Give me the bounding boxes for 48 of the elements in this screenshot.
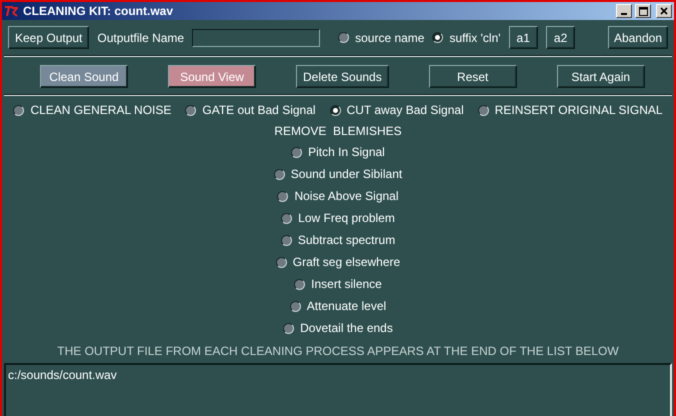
radio-icon[interactable] — [338, 32, 350, 43]
abandon-button[interactable]: Abandon — [608, 26, 668, 49]
radio-icon[interactable] — [294, 278, 306, 290]
outputfile-label: Outputfile Name — [97, 30, 184, 44]
keep-output-button[interactable]: Keep Output — [8, 26, 90, 49]
option-label: Insert silence — [311, 277, 382, 291]
option-label: Dovetail the ends — [300, 321, 393, 335]
radio-icon[interactable] — [185, 104, 196, 116]
output-note: THE OUTPUT FILE FROM EACH CLEANING PROCESS APPEARS AT THE END OF THE LIST BELOW — [57, 344, 619, 358]
outputfile-field[interactable] — [192, 28, 320, 46]
action-button[interactable]: Clean Sound — [40, 65, 128, 88]
radio-icon[interactable] — [478, 104, 489, 116]
radio-option[interactable]: Pitch In Signal — [291, 145, 385, 159]
preset-button[interactable]: a1 — [508, 26, 538, 49]
list-item[interactable]: c:/sounds/count.wav — [8, 368, 668, 382]
radio-icon[interactable] — [280, 234, 292, 246]
radio-icon[interactable] — [274, 168, 285, 180]
action-button[interactable]: Reset — [428, 65, 517, 88]
maximize-button[interactable] — [635, 4, 651, 18]
app-icon — [4, 5, 20, 17]
radio-icon[interactable] — [276, 256, 287, 268]
radio-icon[interactable] — [290, 300, 301, 312]
section-heading: REMOVE BLEMISHES — [274, 124, 402, 138]
radio-icon[interactable] — [432, 32, 444, 43]
option-label: source name — [355, 30, 424, 44]
radio-option[interactable]: Attenuate level — [290, 299, 386, 313]
option-label: Attenuate level — [306, 299, 386, 313]
radio-icon[interactable] — [283, 322, 294, 334]
radio-option[interactable]: Insert silence — [294, 277, 382, 291]
close-icon — [660, 7, 668, 15]
option-label: suffix 'cln' — [449, 30, 501, 44]
option-label: Pitch In Signal — [308, 145, 385, 159]
maximize-icon — [638, 6, 648, 16]
radio-icon[interactable] — [277, 190, 288, 202]
radio-icon[interactable] — [281, 212, 292, 224]
radio-option[interactable]: Dovetail the ends — [283, 321, 393, 335]
close-button[interactable] — [656, 4, 672, 18]
output-list[interactable]: c:/sounds/count.wav — [4, 363, 672, 416]
preset-button[interactable]: a2 — [546, 26, 576, 49]
radio-icon[interactable] — [330, 104, 341, 116]
radio-icon[interactable] — [13, 104, 24, 116]
minimize-button[interactable] — [616, 4, 632, 18]
window-title: CLEANING KIT: count.wav — [23, 4, 174, 18]
radio-icon[interactable] — [291, 146, 302, 158]
action-button[interactable]: Delete Sounds — [296, 65, 389, 88]
radio-option[interactable]: source name — [338, 30, 424, 44]
radio-option[interactable]: suffix 'cln' — [432, 30, 501, 44]
action-button[interactable]: Start Again — [556, 65, 645, 88]
